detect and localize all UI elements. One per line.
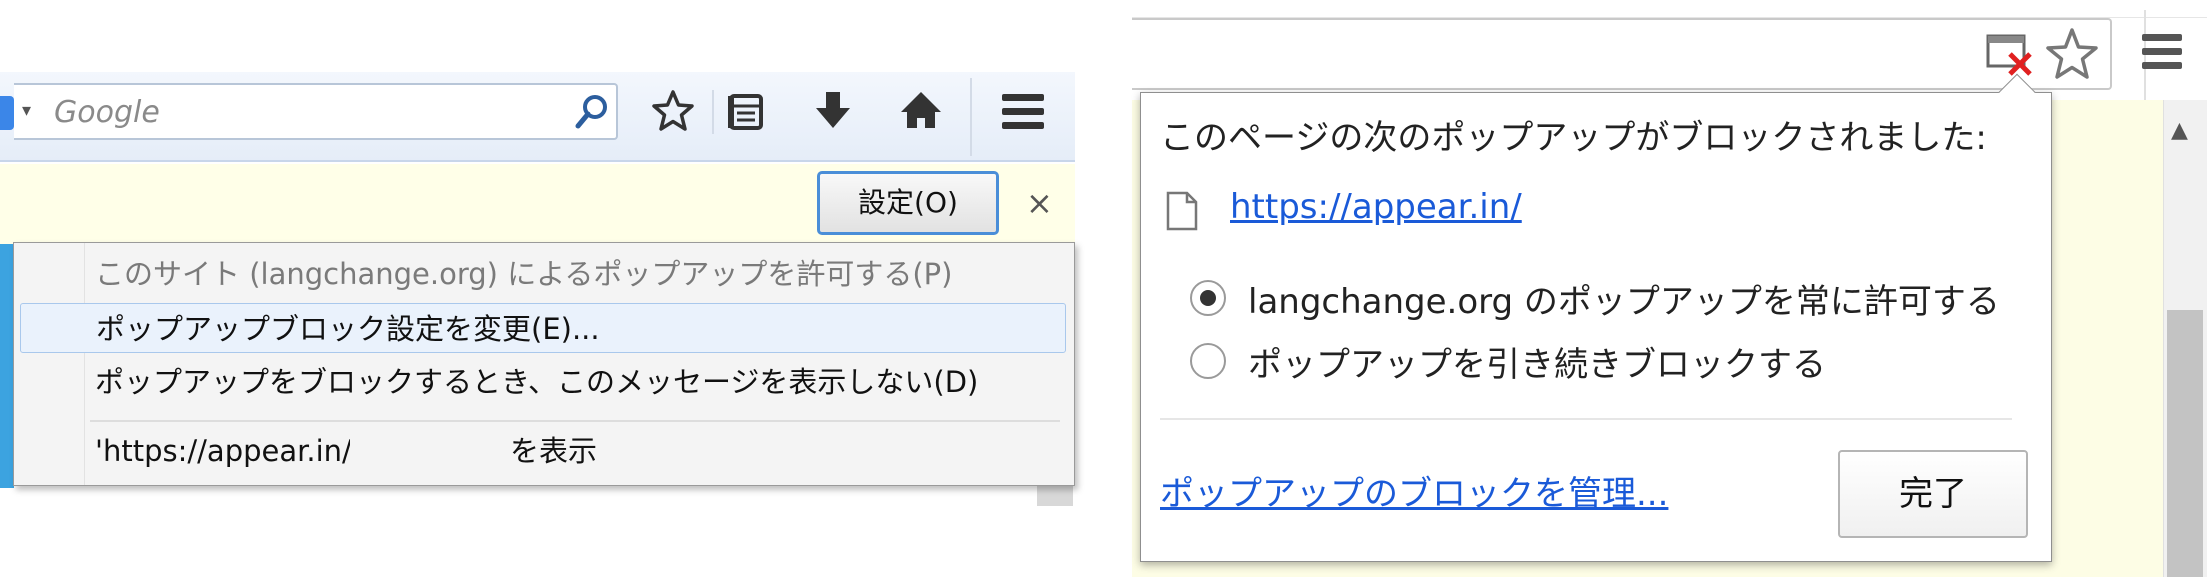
engine-dropdown-icon[interactable]: ▾ xyxy=(22,100,31,121)
blocked-popup-link[interactable]: https://appear.in/ xyxy=(1230,187,1522,227)
scrollbar-thumb[interactable] xyxy=(2167,310,2203,577)
bookmark-star-icon[interactable] xyxy=(2044,26,2100,86)
magnifier-icon[interactable] xyxy=(574,93,610,135)
settings-button[interactable]: 設定(O) xyxy=(817,171,999,235)
bubble-title: このページの次のポップアップがブロックされました: xyxy=(1160,118,1987,158)
redacted-region xyxy=(350,430,500,472)
bookmark-star-icon[interactable] xyxy=(650,88,696,138)
hamburger-menu-icon[interactable] xyxy=(1000,92,1046,136)
menu-item-change-settings[interactable]: ポップアップブロック設定を変更(E)... xyxy=(20,303,1066,353)
document-icon xyxy=(1165,191,1199,235)
manage-popup-blocking-link[interactable]: ポップアップのブロックを管理... xyxy=(1160,466,1668,515)
toolbar-separator xyxy=(970,78,972,156)
page-edge xyxy=(0,244,14,488)
close-icon[interactable]: × xyxy=(1026,184,1053,222)
menu-item-show-suffix: を表示 xyxy=(510,434,598,468)
radio-keep-blocking[interactable] xyxy=(1190,343,1226,379)
chrome-tabstrip xyxy=(1132,0,2207,18)
option-keep-blocking-label[interactable]: ポップアップを引き続きブロックする xyxy=(1248,337,1826,386)
hamburger-menu-icon[interactable] xyxy=(2140,30,2184,78)
omnibox[interactable] xyxy=(1132,18,2112,90)
search-placeholder: Google xyxy=(54,95,160,130)
radio-selected-dot xyxy=(1200,290,1216,306)
menu-separator xyxy=(90,420,1060,422)
done-button[interactable]: 完了 xyxy=(1838,450,2028,538)
menu-item-allow-site[interactable]: このサイト (langchange.org) によるポップアップを許可する(P) xyxy=(15,249,1065,299)
scroll-up-arrow-icon[interactable]: ▲ xyxy=(2171,118,2188,143)
menu-item-dont-show-message[interactable]: ポップアップをブロックするとき、このメッセージを表示しない(D) xyxy=(15,357,1065,407)
toolbar-separator xyxy=(712,90,714,134)
bubble-divider xyxy=(1160,418,2012,420)
reading-list-icon[interactable] xyxy=(725,88,767,138)
popup-blocked-icon[interactable] xyxy=(1984,30,2036,84)
search-engine-icon[interactable] xyxy=(0,96,14,130)
download-arrow-icon[interactable] xyxy=(812,88,854,138)
home-icon[interactable] xyxy=(897,88,945,138)
option-allow-always-label[interactable]: langchange.org のポップアップを常に許可する xyxy=(1248,274,2000,323)
